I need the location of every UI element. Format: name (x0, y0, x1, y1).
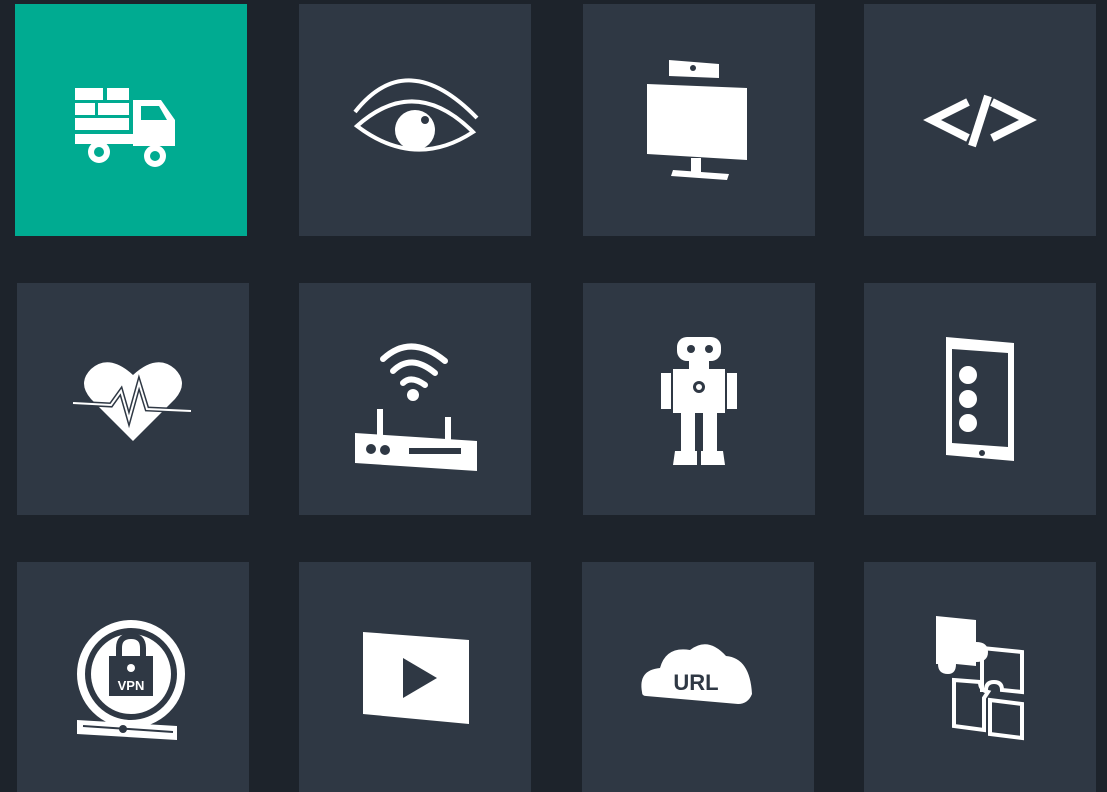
video-play-icon (363, 632, 469, 724)
tile-delivery-truck[interactable] (15, 4, 247, 236)
tile-vpn[interactable]: VPN (17, 562, 249, 792)
tile-puzzle[interactable] (864, 562, 1096, 792)
puzzle-icon (936, 616, 1024, 741)
icon-grid: VPN URL (0, 0, 1107, 792)
tile-code[interactable] (864, 4, 1096, 236)
tile-robot[interactable] (583, 283, 815, 515)
tile-video[interactable] (299, 562, 531, 792)
eye-icon (353, 78, 479, 152)
vpn-lock-icon: VPN (77, 620, 185, 740)
vpn-label: VPN (118, 678, 145, 693)
tile-heartbeat[interactable] (17, 283, 249, 515)
tablet-menu-icon (946, 337, 1014, 461)
monitor-webcam-icon (647, 60, 747, 180)
tile-url-cloud[interactable]: URL (582, 562, 814, 792)
heartbeat-icon (72, 362, 192, 441)
robot-icon (661, 337, 737, 465)
code-icon (923, 94, 1037, 148)
tile-monitor[interactable] (583, 4, 815, 236)
delivery-truck-icon (75, 88, 175, 167)
tile-wifi-router[interactable] (299, 283, 531, 515)
url-cloud-icon: URL (641, 644, 752, 704)
tile-tablet[interactable] (864, 283, 1096, 515)
url-label: URL (673, 670, 718, 695)
wifi-router-icon (355, 343, 477, 471)
tile-eye[interactable] (299, 4, 531, 236)
